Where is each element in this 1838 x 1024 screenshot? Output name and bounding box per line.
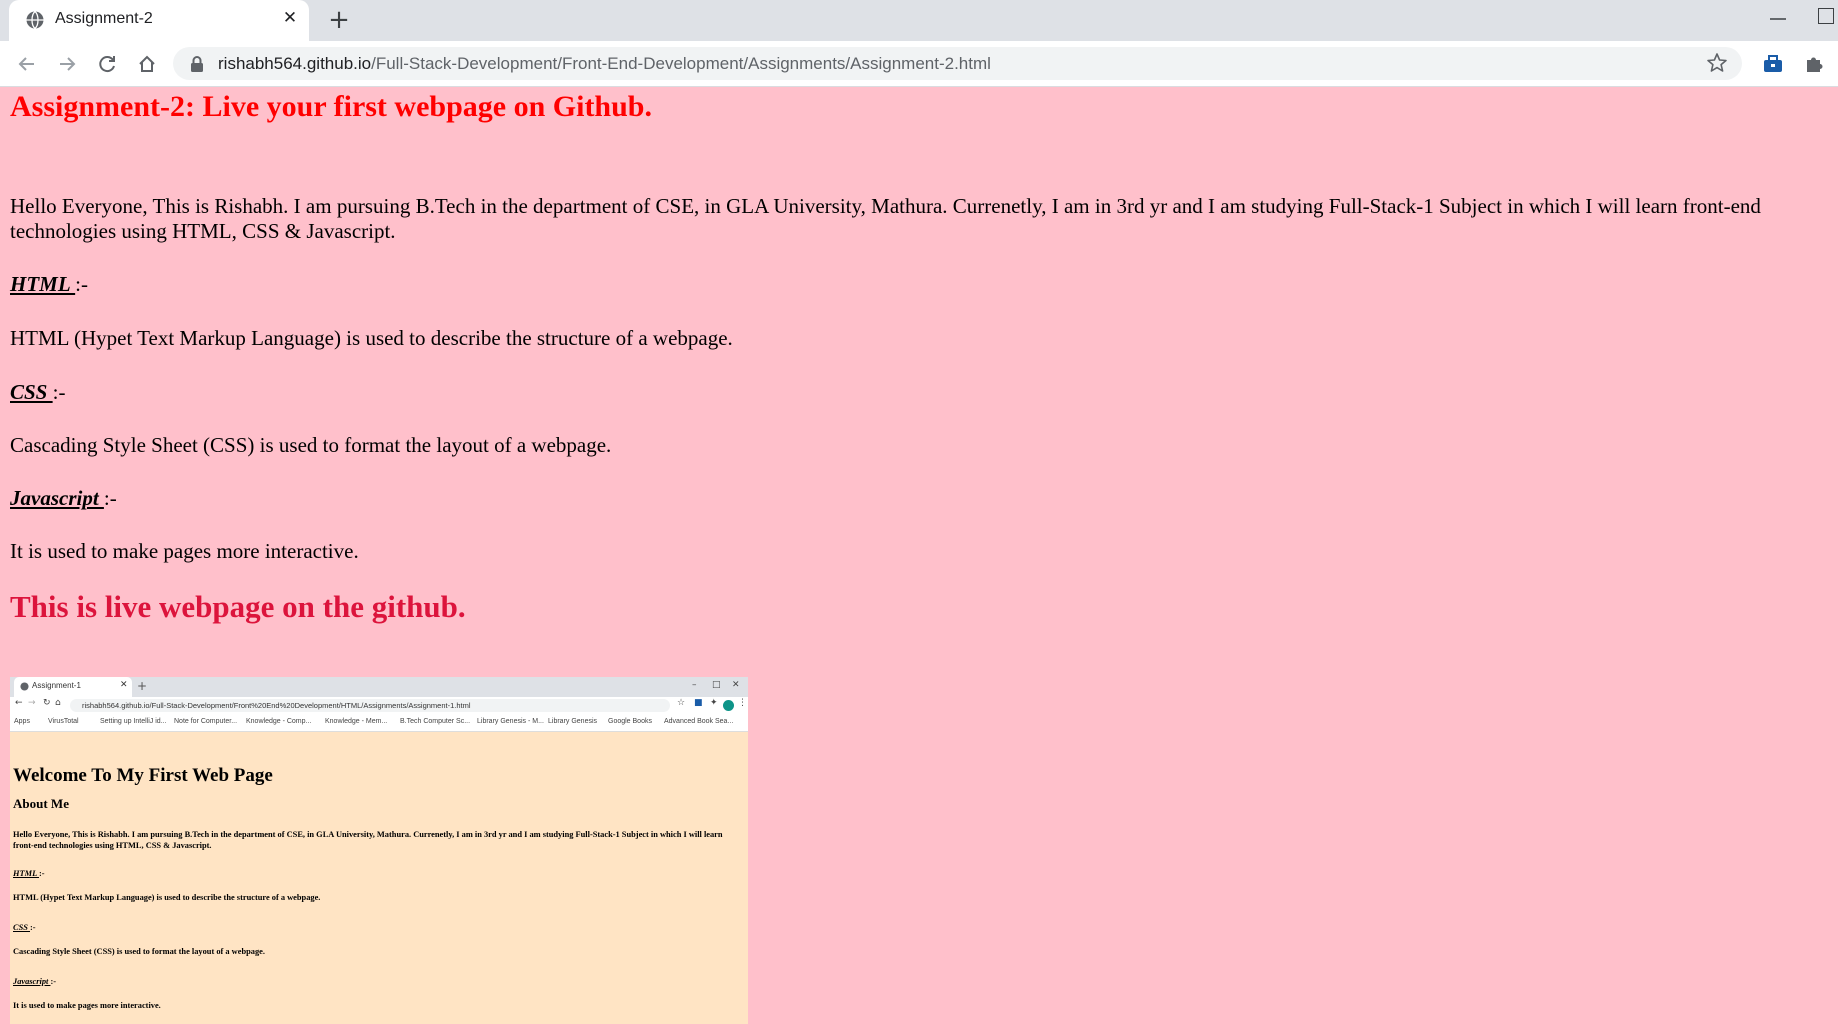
bookmark-star-icon[interactable] [1704,50,1730,76]
screenshot-javascript-label: Javascript [13,977,51,986]
screenshot-puzzle-icon: ✦ [710,698,718,708]
html-heading: HTML :- [10,272,88,297]
screenshot-tab-close-icon: ✕ [120,680,128,690]
screenshot-profile-icon [723,700,734,711]
tab-title: Assignment-2 [55,10,153,27]
screenshot-css-text: Cascading Style Sheet (CSS) is used to f… [13,947,265,956]
back-icon[interactable] [12,49,42,79]
page-content: Assignment-2: Live your first webpage on… [0,87,1838,1024]
screenshot-bookmarks-bar: Apps VirusTotal Setting up IntelliJ id..… [10,714,748,732]
css-description: Cascading Style Sheet (CSS) is used to f… [10,433,612,457]
screenshot-page-title: Welcome To My First Web Page [13,765,273,786]
screenshot-javascript-text: It is used to make pages more interactiv… [13,1001,161,1010]
screenshot-bookmark: Library Genesis - M... [477,718,544,725]
screenshot-home-icon: ⌂ [55,698,61,708]
html-heading-suffix: :- [75,272,88,296]
address-bar[interactable]: rishabh564.github.io/Full-Stack-Developm… [173,47,1742,80]
screenshot-new-tab-icon: + [137,679,148,693]
screenshot-minimize-icon: – [692,680,697,690]
javascript-heading-label: Javascript [10,486,104,510]
screenshot-css-heading: CSS :- [13,922,36,933]
screenshot-url: rishabh564.github.io/Full-Stack-Developm… [82,701,471,710]
screenshot-html-suffix: :- [38,869,45,878]
intro-paragraph: Hello Everyone, This is Rishabh. I am pu… [10,194,1761,243]
screenshot-html-label: HTML [13,869,39,878]
screenshot-bookmark: Apps [14,718,30,725]
screenshot-bookmark: Google Books [608,718,652,725]
screenshot-tab-title: Assignment-1 [32,681,81,690]
minimize-icon[interactable] [1766,2,1790,30]
screenshot-bookmark: Setting up IntelliJ id... [100,718,167,725]
screenshot-intro: Hello Everyone, This is Rishabh. I am pu… [13,830,723,850]
screenshot-star-icon: ☆ [677,698,686,708]
screenshot-maximize-icon: □ [712,680,721,690]
live-heading: This is live webpage on the github. [10,589,466,624]
screenshot-css-label: CSS [13,923,30,932]
screenshot-html-heading: HTML :- [13,868,45,879]
css-heading: CSS :- [10,380,65,405]
html-description: HTML (Hypet Text Markup Language) is use… [10,326,733,350]
screenshot-bookmark: Knowledge - Mem... [325,718,388,725]
screenshot-extension-icon: ■ [694,698,703,708]
screenshot-about-heading: About Me [13,796,69,811]
screenshot-javascript-suffix: :- [50,977,57,986]
javascript-heading-suffix: :- [103,486,117,510]
screenshot-javascript-heading: Javascript :- [13,976,56,987]
javascript-heading: Javascript :- [10,486,117,511]
home-icon[interactable] [132,49,162,79]
screenshot-reload-icon: ↻ [43,698,51,708]
screenshot-globe-icon [20,682,29,691]
css-heading-label: CSS [10,380,53,404]
extensions-puzzle-icon[interactable] [1803,52,1825,74]
screenshot-bookmark: Knowledge - Comp... [246,718,312,725]
html-heading-label: HTML [10,272,76,296]
screenshot-bookmark: Note for Computer... [174,718,238,725]
extension-toolbox-icon[interactable] [1762,53,1784,75]
screenshot-back-icon: ← [15,698,23,708]
url-domain: rishabh564.github.io [218,54,372,73]
screenshot-bookmark: B.Tech Computer Sc... [400,718,471,725]
tab-close-icon[interactable]: ✕ [279,7,301,29]
maximize-icon[interactable] [1818,8,1834,24]
tab-strip: Assignment-2 ✕ + [0,0,1838,41]
globe-icon [26,11,44,29]
screenshot-bookmark: Library Genesis [548,718,598,725]
new-tab-button[interactable]: + [324,5,354,35]
forward-icon[interactable] [52,49,82,79]
screenshot-menu-icon: ⋮ [738,698,747,708]
assignment-1-screenshot: Assignment-1 ✕ + – □ ✕ ← → ↻ ⌂ rishabh56… [10,677,748,1024]
screenshot-html-text: HTML (Hypet Text Markup Language) is use… [13,893,321,902]
page-title: Assignment-2: Live your first webpage on… [10,90,652,123]
screenshot-tab-strip: Assignment-1 ✕ + – □ ✕ [10,677,748,697]
screenshot-forward-icon: → [28,698,36,708]
screenshot-close-icon: ✕ [732,680,740,690]
javascript-description: It is used to make pages more interactiv… [10,539,359,563]
screenshot-bookmark: VirusTotal [48,718,79,725]
screenshot-address-bar: rishabh564.github.io/Full-Stack-Developm… [70,699,670,712]
tab-assignment-2[interactable]: Assignment-2 ✕ [9,0,309,41]
screenshot-css-suffix: :- [30,923,36,932]
screenshot-tab: Assignment-1 ✕ [14,677,132,697]
css-heading-suffix: :- [52,380,66,404]
reload-icon[interactable] [92,49,122,79]
screenshot-toolbar: ← → ↻ ⌂ rishabh564.github.io/Full-Stack-… [10,697,748,714]
lock-icon[interactable] [189,55,205,73]
url-text: rishabh564.github.io/Full-Stack-Developm… [218,54,991,74]
screenshot-bookmark: Advanced Book Sea... [664,718,734,725]
browser-toolbar: rishabh564.github.io/Full-Stack-Developm… [0,41,1838,87]
url-path: /Full-Stack-Development/Front-End-Develo… [371,54,991,73]
